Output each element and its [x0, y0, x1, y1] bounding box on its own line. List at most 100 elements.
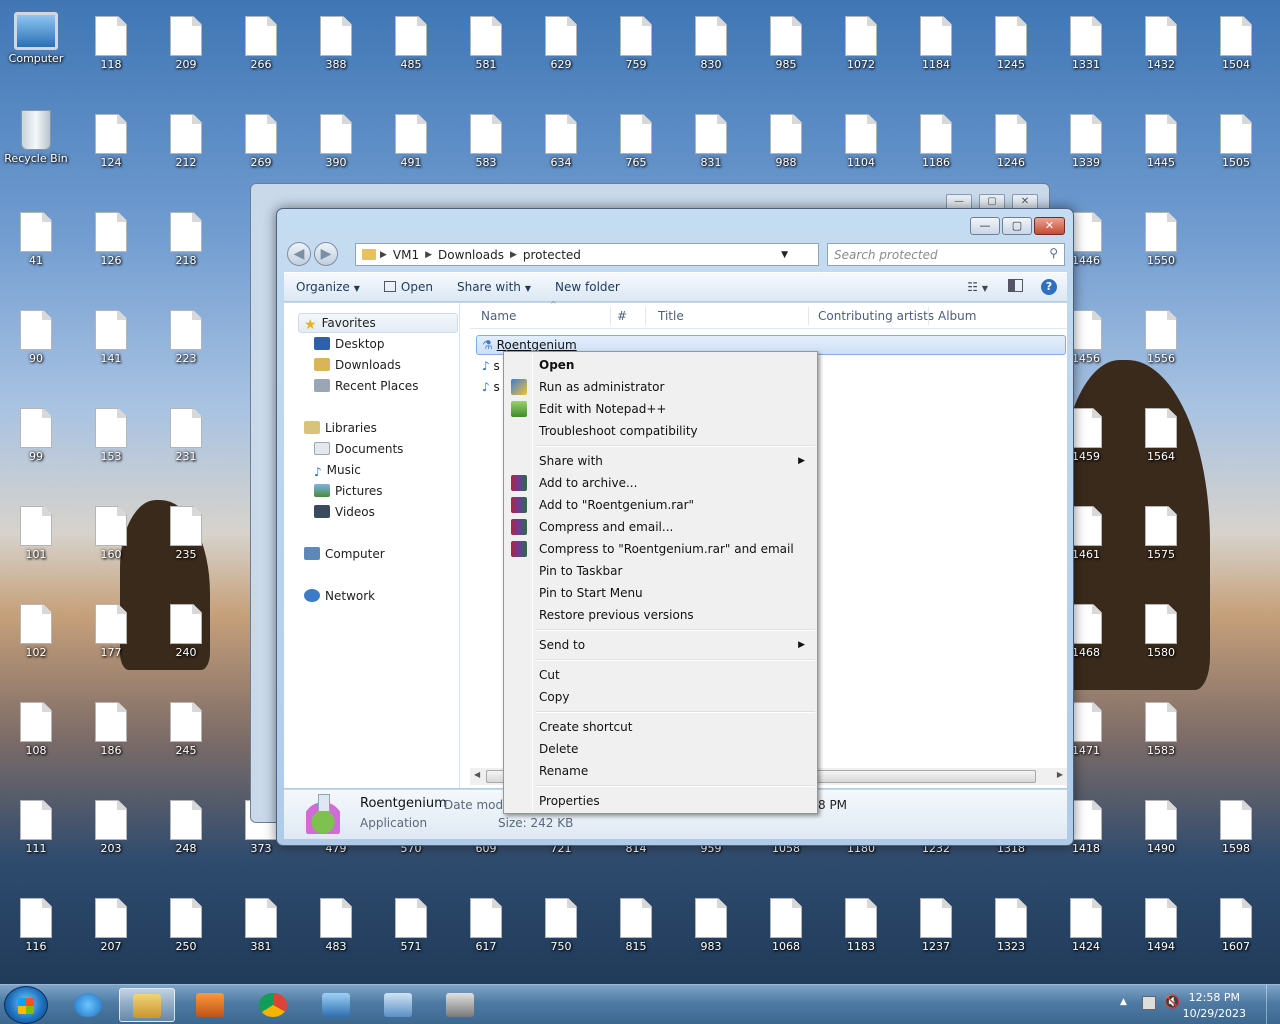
menu-item-pin-to-start-menu[interactable]: Pin to Start Menu: [506, 582, 815, 604]
desktop-recycle-bin-icon[interactable]: Recycle Bin: [4, 102, 68, 192]
desktop-file-icon[interactable]: 124: [79, 102, 143, 192]
scroll-left-icon[interactable]: ◀: [474, 770, 480, 779]
desktop-file-icon[interactable]: 207: [79, 886, 143, 976]
search-input[interactable]: Search protected ⚲: [827, 243, 1065, 266]
taskbar-button-chrome[interactable]: [245, 988, 301, 1022]
file-row[interactable]: ♪ s: [482, 377, 500, 397]
desktop-file-icon[interactable]: 1323: [979, 886, 1043, 976]
desktop-file-icon[interactable]: 1550: [1129, 200, 1193, 290]
view-options-button[interactable]: ☷ ▼: [955, 280, 1000, 294]
address-bar[interactable]: ▶ VM1 ▶ Downloads ▶ protected ▼ ⇆: [355, 243, 884, 268]
desktop-file-icon[interactable]: 1246: [979, 102, 1043, 192]
maximize-button[interactable]: ▢: [1002, 217, 1032, 235]
desktop-file-icon[interactable]: 831: [679, 102, 743, 192]
nav-pictures[interactable]: Pictures: [314, 481, 383, 501]
desktop-file-icon[interactable]: 381: [229, 886, 293, 976]
desktop-file-icon[interactable]: 1104: [829, 102, 893, 192]
nav-network[interactable]: Network: [304, 586, 375, 606]
menu-item-edit-with-notepad[interactable]: Edit with Notepad++: [506, 398, 815, 420]
desktop-file-icon[interactable]: 126: [79, 200, 143, 290]
menu-item-delete[interactable]: Delete: [506, 738, 815, 760]
help-icon[interactable]: ?: [1031, 279, 1067, 295]
desktop-file-icon[interactable]: 491: [379, 102, 443, 192]
menu-item-compress-to-roentgenium-rar-and-email[interactable]: Compress to "Roentgenium.rar" and email: [506, 538, 815, 560]
desktop-file-icon[interactable]: 750: [529, 886, 593, 976]
desktop-file-icon[interactable]: 1494: [1129, 886, 1193, 976]
desktop-file-icon[interactable]: 209: [154, 4, 218, 94]
desktop-file-icon[interactable]: 1245: [979, 4, 1043, 94]
desktop-file-icon[interactable]: 988: [754, 102, 818, 192]
volume-muted-icon[interactable]: 🔇: [1164, 995, 1180, 1010]
desktop-file-icon[interactable]: 617: [454, 886, 518, 976]
nav-documents[interactable]: Documents: [314, 439, 403, 459]
desktop-file-icon[interactable]: 1445: [1129, 102, 1193, 192]
column-album[interactable]: Album: [938, 309, 976, 323]
taskbar-button-media-player[interactable]: [182, 988, 238, 1022]
menu-item-run-as-administrator[interactable]: Run as administrator: [506, 376, 815, 398]
menu-item-create-shortcut[interactable]: Create shortcut: [506, 716, 815, 738]
desktop-file-icon[interactable]: 203: [79, 788, 143, 878]
desktop-file-icon[interactable]: 250: [154, 886, 218, 976]
network-status-icon[interactable]: [1142, 996, 1156, 1010]
desktop-file-icon[interactable]: 390: [304, 102, 368, 192]
nav-downloads[interactable]: Downloads: [314, 355, 401, 375]
menu-item-share-with[interactable]: Share with ▶: [506, 450, 815, 472]
breadcrumb-arrow-icon[interactable]: ▶: [380, 250, 387, 260]
desktop-file-icon[interactable]: 759: [604, 4, 668, 94]
show-hidden-icons-icon[interactable]: ▲: [1120, 997, 1127, 1007]
forward-button[interactable]: ▶: [314, 242, 338, 266]
nav-libraries[interactable]: Libraries: [304, 418, 377, 438]
menu-item-compress-and-email[interactable]: Compress and email...: [506, 516, 815, 538]
desktop-file-icon[interactable]: 231: [154, 396, 218, 486]
scroll-right-icon[interactable]: ▶: [1057, 770, 1063, 779]
desktop-file-icon[interactable]: 235: [154, 494, 218, 584]
menu-item-add-to-archive[interactable]: Add to archive...: [506, 472, 815, 494]
desktop-file-icon[interactable]: 1072: [829, 4, 893, 94]
share-with-button[interactable]: Share with ▼: [445, 280, 543, 294]
desktop-file-icon[interactable]: 765: [604, 102, 668, 192]
desktop-file-icon[interactable]: 1598: [1204, 788, 1268, 878]
open-button[interactable]: Open: [372, 280, 445, 294]
desktop-file-icon[interactable]: 223: [154, 298, 218, 388]
desktop-file-icon[interactable]: 581: [454, 4, 518, 94]
desktop-file-icon[interactable]: 218: [154, 200, 218, 290]
desktop-file-icon[interactable]: 240: [154, 592, 218, 682]
desktop-file-icon[interactable]: 485: [379, 4, 443, 94]
desktop-file-icon[interactable]: 1339: [1054, 102, 1118, 192]
breadcrumb-vm1[interactable]: VM1: [387, 248, 425, 262]
desktop-file-icon[interactable]: 1237: [904, 886, 968, 976]
preview-pane-icon[interactable]: [1000, 279, 1031, 295]
desktop-file-icon[interactable]: 483: [304, 886, 368, 976]
desktop-file-icon[interactable]: 1186: [904, 102, 968, 192]
minimize-button[interactable]: —: [970, 217, 1000, 235]
desktop-file-icon[interactable]: 1505: [1204, 102, 1268, 192]
nav-music[interactable]: ♪ Music: [314, 460, 361, 480]
taskbar-button-file-explorer[interactable]: [119, 988, 175, 1022]
desktop-file-icon[interactable]: 1068: [754, 886, 818, 976]
nav-favorites[interactable]: ★ Favorites: [304, 313, 376, 333]
desktop-file-icon[interactable]: 102: [4, 592, 68, 682]
desktop-file-icon[interactable]: 1556: [1129, 298, 1193, 388]
desktop-file-icon[interactable]: 1424: [1054, 886, 1118, 976]
desktop-file-icon[interactable]: 1575: [1129, 494, 1193, 584]
file-row[interactable]: ♪ s: [482, 356, 500, 376]
desktop-file-icon[interactable]: 388: [304, 4, 368, 94]
menu-item-add-to-roentgenium-rar[interactable]: Add to "Roentgenium.rar": [506, 494, 815, 516]
desktop-file-icon[interactable]: 269: [229, 102, 293, 192]
menu-item-rename[interactable]: Rename: [506, 760, 815, 782]
nav-recent-places[interactable]: Recent Places: [314, 376, 418, 396]
desktop-file-icon[interactable]: 160: [79, 494, 143, 584]
desktop-file-icon[interactable]: 111: [4, 788, 68, 878]
desktop-file-icon[interactable]: 830: [679, 4, 743, 94]
taskbar-button-calculator[interactable]: [432, 988, 488, 1022]
desktop-file-icon[interactable]: 177: [79, 592, 143, 682]
desktop-file-icon[interactable]: 90: [4, 298, 68, 388]
menu-item-pin-to-taskbar[interactable]: Pin to Taskbar: [506, 560, 815, 582]
search-icon[interactable]: ⚲: [1049, 246, 1058, 260]
desktop-file-icon[interactable]: 1490: [1129, 788, 1193, 878]
desktop-file-icon[interactable]: 1580: [1129, 592, 1193, 682]
desktop-file-icon[interactable]: 985: [754, 4, 818, 94]
desktop-computer-icon[interactable]: Computer: [4, 4, 68, 94]
desktop-file-icon[interactable]: 634: [529, 102, 593, 192]
desktop-file-icon[interactable]: 1564: [1129, 396, 1193, 486]
